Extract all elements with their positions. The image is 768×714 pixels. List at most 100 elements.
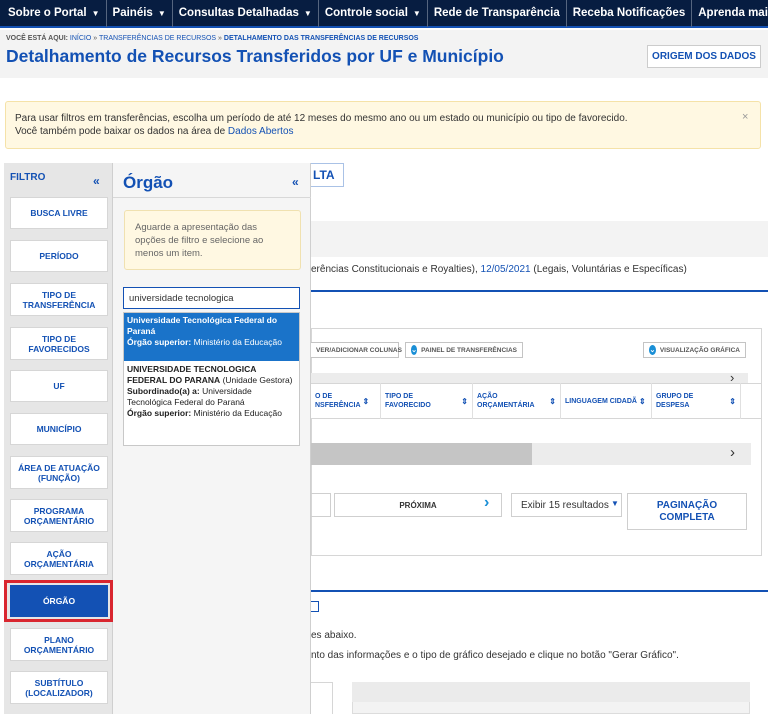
nav-label: Rede de Transparência (433, 7, 560, 19)
painel-de-transferencias-button[interactable]: ⌄ Painel de Transferências (405, 342, 523, 358)
origem-dos-dados-button[interactable]: ORIGEM DOS DADOS (647, 45, 761, 68)
caret-down-icon: ▼ (611, 499, 619, 508)
column-label: Ação Orçamentária (477, 393, 535, 409)
alert-text-2: Você também pode baixar os dados na área… (15, 126, 294, 137)
autocomplete-option[interactable]: Universidade Tecnológica Federal do Para… (124, 313, 299, 361)
sort-icon: ⇕ (729, 396, 736, 406)
nav-label: Controle social (324, 7, 408, 19)
chevron-down-icon: ⌄ (411, 345, 418, 355)
dados-abertos-link[interactable]: Dados Abertos (228, 126, 294, 137)
filter-plano-orcamentario[interactable]: Plano Orçamentário (10, 628, 108, 661)
nav-aprenda-mais[interactable]: Aprenda mais▼ (692, 0, 768, 27)
filter-uf[interactable]: UF (10, 370, 108, 402)
chevron-down-icon: ⌄ (649, 345, 656, 355)
breadcrumb-prefix: Você está aqui: (6, 35, 68, 42)
breadcrumb: Você está aqui: Início » Transferências … (6, 35, 418, 42)
orgao-search-input[interactable] (123, 287, 300, 309)
info-alert (5, 101, 761, 149)
collapse-icon[interactable] (311, 601, 319, 612)
chart-preview-header (352, 682, 750, 702)
button-label: Ver/Adicionar Colunas (316, 346, 402, 354)
next-page-button[interactable]: PRÓXIMA (334, 493, 502, 517)
caret-down-icon: ▼ (303, 8, 312, 18)
option-superior: Órgão superior: Ministério da Educação (127, 337, 296, 348)
divider (113, 197, 311, 198)
column-label: Tipo de Favorecido (385, 393, 431, 409)
previous-button[interactable] (311, 493, 331, 517)
column-linguagem-cidada[interactable]: Linguagem Cidadã ⇕ (561, 383, 652, 419)
nav-controle-social[interactable]: Controle social ▼ (319, 0, 428, 27)
autocomplete-option[interactable]: UNIVERSIDADE TECNOLOGICA FEDERAL DO PARA… (124, 362, 299, 445)
top-navigation: Sobre o Portal ▼ Painéis ▼ Consultas Detal… (0, 0, 768, 28)
column-tipo-de-transferencia[interactable]: o de nsferência ⇕ (311, 383, 381, 419)
option-superior-label: Órgão superior: (127, 408, 192, 418)
filter-programa-orcamentario[interactable]: Programa Orçamentário (10, 499, 108, 532)
section-divider (311, 590, 768, 592)
breadcrumb-home[interactable]: Início (70, 35, 91, 42)
breadcrumb-sep: » (218, 35, 222, 42)
nav-consultas-detalhadas[interactable]: Consultas Detalhadas ▼ (173, 0, 319, 27)
alert-text-prefix: Você também pode baixar os dados na área… (15, 126, 228, 137)
selected-filter-highlight (4, 580, 113, 622)
visualizacao-grafica-button[interactable]: ⌄ Visualização Gráfica (643, 342, 746, 358)
page-title: Detalhamento de Recursos Transferidos po… (6, 46, 504, 66)
caret-down-icon: ▼ (91, 8, 100, 18)
filter-subtitulo-localizador[interactable]: Subtítulo (Localizador) (10, 671, 108, 704)
option-subordinado: Subordinado(a) a: Universidade Tecnológi… (127, 386, 296, 408)
close-icon[interactable]: × (742, 111, 748, 123)
orgao-hint-alert: Aguarde a apresentação das opções de fil… (124, 210, 301, 270)
nav-sobre-o-portal[interactable]: Sobre o Portal ▼ (0, 0, 107, 27)
paginacao-completa-button[interactable]: PAGINAÇÃO COMPLETA (627, 493, 747, 530)
chevron-right-icon[interactable]: › (730, 444, 735, 461)
page-size-select[interactable]: Exibir 15 resultados (511, 493, 622, 517)
nav-label: Painéis (112, 7, 153, 19)
option-sub-label: Subordinado(a) a: (127, 386, 200, 396)
filter-periodo[interactable]: Período (10, 240, 108, 272)
filter-area-de-atuacao[interactable]: Área de Atuação (Função) (10, 456, 108, 489)
option-superior-value: Ministério da Educação (193, 337, 282, 347)
consulta-tab[interactable]: LTA (311, 163, 344, 187)
option-type: (Unidade Gestora) (222, 375, 293, 385)
breadcrumb-section[interactable]: Transferências de Recursos (99, 35, 216, 42)
sort-icon: ⇕ (638, 396, 646, 406)
filter-tipo-de-transferencia[interactable]: Tipo de Transferência (10, 283, 108, 316)
nav-label: Sobre o Portal (8, 7, 87, 19)
horizontal-scrollbar-top[interactable] (311, 373, 748, 383)
chevron-right-icon[interactable]: › (484, 494, 489, 512)
filter-busca-livre[interactable]: Busca Livre (10, 197, 108, 229)
sort-icon: ⇕ (461, 396, 468, 406)
column-label: o de nsferência (315, 393, 361, 409)
column-acao-orcamentaria[interactable]: Ação Orçamentária ⇕ (473, 383, 561, 419)
option-superior-value: Ministério da Educação (193, 408, 282, 418)
sort-icon: ⇕ (362, 396, 370, 406)
option-name-line: UNIVERSIDADE TECNOLOGICA FEDERAL DO PARA… (127, 364, 296, 386)
nav-rede-de-transparencia[interactable]: Rede de Transparência (428, 0, 567, 27)
chart-instructions: es abaixo. (311, 630, 357, 641)
collapse-left-icon[interactable]: « (93, 174, 100, 188)
column-tipo-de-favorecido[interactable]: Tipo de Favorecido ⇕ (381, 383, 473, 419)
nav-label: Receba Notificações (572, 7, 686, 19)
breadcrumb-sep: » (93, 35, 98, 42)
button-label: Visualização Gráfica (659, 346, 740, 354)
nav-receba-notificacoes[interactable]: Receba Notificações (567, 0, 693, 27)
breadcrumb-current: Detalhamento das Transferências de Recur… (223, 35, 419, 42)
column-label: Grupo de Despesa (656, 393, 694, 409)
nav-label: Consultas Detalhadas (178, 7, 299, 19)
caret-down-icon: ▼ (157, 8, 166, 18)
nav-paineis[interactable]: Painéis ▼ (107, 0, 173, 27)
collapse-left-icon[interactable]: « (292, 175, 299, 189)
column-grupo-de-despesa[interactable]: Grupo de Despesa ⇕ (652, 383, 741, 419)
option-superior: Órgão superior: Ministério da Educação (127, 408, 296, 419)
filter-tipo-de-favorecidos[interactable]: Tipo de Favorecidos (10, 327, 108, 360)
ver-adicionar-colunas-button[interactable]: Ver/Adicionar Colunas (311, 342, 402, 358)
filter-municipio[interactable]: Município (10, 413, 108, 445)
button-label: Painel de Transferências (421, 346, 517, 354)
summary-strip (311, 221, 768, 257)
dates-link[interactable]: 12/05/2021 (481, 264, 531, 275)
filter-acao-orcamentaria[interactable]: Ação Orçamentária (10, 542, 108, 575)
option-superior-label: Órgão superior: (127, 337, 192, 347)
scrollbar-thumb[interactable] (311, 443, 532, 465)
orgao-panel-title: Órgão (123, 173, 174, 192)
column-label: Linguagem Cidadã (565, 397, 637, 405)
dates-prefix: erências Constitucionais e Royalties), (311, 264, 481, 275)
